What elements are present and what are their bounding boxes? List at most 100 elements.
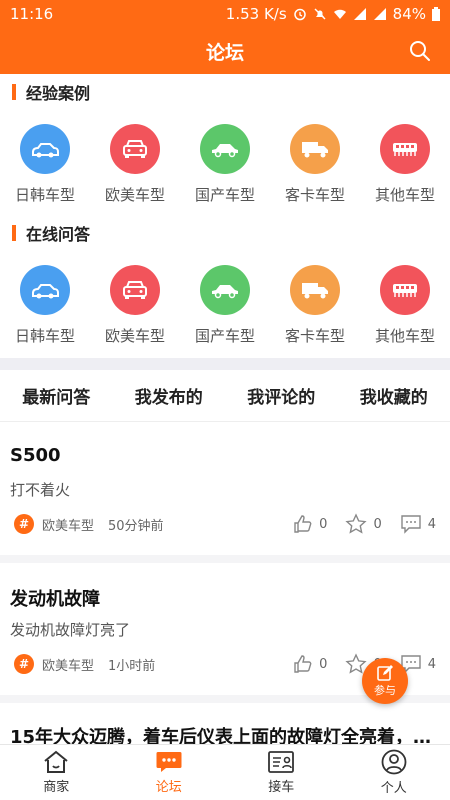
signal-icon-2 bbox=[373, 8, 386, 20]
participate-button[interactable]: 参与 bbox=[362, 658, 408, 704]
sedan-icon bbox=[32, 284, 59, 299]
category-label: 欧美车型 bbox=[104, 327, 165, 345]
bottom-nav: 商家 论坛 接车 个人 bbox=[0, 744, 450, 800]
category-label: 客卡车型 bbox=[284, 327, 345, 345]
person-icon bbox=[381, 749, 407, 775]
category-row-qa: 日韩车型 欧美车型 国产车型 客卡车型 其他车型 bbox=[0, 265, 450, 365]
document-person-icon bbox=[268, 751, 295, 773]
tab-my-favorites[interactable]: 我收藏的 bbox=[338, 370, 450, 421]
post-description: 发动机故障灯亮了 bbox=[10, 621, 131, 639]
category-other[interactable]: 其他车型 bbox=[360, 124, 450, 224]
section-title-text: 经验案例 bbox=[26, 84, 91, 103]
category-icon-circle bbox=[200, 124, 250, 174]
comment-count: 4 bbox=[427, 516, 436, 532]
category-truck-bus[interactable]: 客卡车型 bbox=[270, 265, 360, 365]
nav-label: 论坛 bbox=[155, 780, 182, 795]
post-time: 50分钟前 bbox=[108, 518, 164, 534]
section-accent-bar bbox=[12, 225, 16, 241]
category-europe-america[interactable]: 欧美车型 bbox=[90, 265, 180, 365]
post-meta: # 欧美车型 50分钟前 bbox=[14, 513, 164, 535]
post-title: S500 bbox=[10, 445, 61, 466]
alarm-icon bbox=[293, 8, 306, 21]
battery-icon bbox=[432, 7, 440, 21]
network-speed: 1.53 K/s bbox=[225, 5, 287, 23]
post-category[interactable]: 欧美车型 bbox=[42, 515, 94, 534]
favorite-count: 0 bbox=[373, 516, 382, 532]
suv-icon bbox=[123, 281, 147, 299]
nav-label: 商家 bbox=[43, 780, 70, 795]
category-japan-korea[interactable]: 日韩车型 bbox=[0, 124, 90, 224]
car-side-icon bbox=[212, 144, 238, 158]
category-label: 日韩车型 bbox=[14, 327, 75, 345]
category-icon-circle bbox=[380, 265, 430, 315]
section-title-qa: 在线问答 bbox=[0, 217, 450, 249]
suv-icon bbox=[123, 140, 147, 158]
nav-pickup[interactable]: 接车 bbox=[225, 745, 338, 800]
favorite-button[interactable]: 0 bbox=[345, 513, 382, 535]
category-icon-circle bbox=[20, 265, 70, 315]
category-label: 其他车型 bbox=[374, 327, 435, 345]
app-header: 论坛 bbox=[0, 28, 450, 74]
train-icon bbox=[393, 284, 417, 297]
like-button[interactable]: 0 bbox=[293, 514, 327, 534]
mute-icon bbox=[314, 8, 326, 20]
category-row-cases: 日韩车型 欧美车型 国产车型 客卡车型 其他车型 bbox=[0, 124, 450, 224]
category-label: 客卡车型 bbox=[284, 186, 345, 204]
category-japan-korea[interactable]: 日韩车型 bbox=[0, 265, 90, 365]
sedan-icon bbox=[32, 143, 59, 158]
category-label: 国产车型 bbox=[194, 327, 255, 345]
comment-count: 4 bbox=[427, 656, 436, 672]
category-other[interactable]: 其他车型 bbox=[360, 265, 450, 365]
post-category[interactable]: 欧美车型 bbox=[42, 655, 94, 674]
post-time: 1小时前 bbox=[108, 658, 156, 674]
section-title-cases: 经验案例 bbox=[0, 76, 450, 108]
category-icon-circle bbox=[110, 265, 160, 315]
battery-level: 84% bbox=[392, 5, 426, 23]
category-domestic[interactable]: 国产车型 bbox=[180, 124, 270, 224]
car-side-icon bbox=[212, 285, 238, 299]
post-stats: 0 0 4 bbox=[275, 653, 436, 675]
post-card[interactable]: 15年大众迈腾，着车后仪表上面的故障灯全亮着，… bbox=[0, 703, 450, 748]
nav-forum[interactable]: 论坛 bbox=[113, 745, 226, 800]
category-truck-bus[interactable]: 客卡车型 bbox=[270, 124, 360, 224]
post-meta: # 欧美车型 1小时前 bbox=[14, 653, 155, 675]
like-button[interactable]: 0 bbox=[293, 654, 327, 674]
hashtag-icon: # bbox=[14, 654, 34, 674]
nav-profile[interactable]: 个人 bbox=[338, 745, 450, 800]
category-domestic[interactable]: 国产车型 bbox=[180, 265, 270, 365]
category-icon-circle bbox=[200, 265, 250, 315]
nav-merchants[interactable]: 商家 bbox=[0, 745, 113, 800]
status-time: 11:16 bbox=[10, 5, 54, 23]
star-icon bbox=[345, 513, 368, 534]
category-label: 日韩车型 bbox=[14, 186, 75, 204]
section-title-text: 在线问答 bbox=[26, 225, 91, 244]
post-card[interactable]: S500 打不着火 # 欧美车型 50分钟前 0 0 4 bbox=[0, 423, 450, 563]
train-icon bbox=[393, 143, 417, 156]
thumbs-up-icon bbox=[294, 515, 312, 533]
section-accent-bar bbox=[12, 84, 16, 100]
category-icon-circle bbox=[20, 124, 70, 174]
nav-label: 接车 bbox=[268, 780, 295, 795]
tab-my-posts[interactable]: 我发布的 bbox=[113, 370, 226, 421]
tab-my-comments[interactable]: 我评论的 bbox=[225, 370, 338, 421]
like-count: 0 bbox=[319, 656, 328, 672]
page-title: 论坛 bbox=[205, 41, 244, 64]
post-stats: 0 0 4 bbox=[275, 513, 436, 535]
category-icon-circle bbox=[110, 124, 160, 174]
thumbs-up-icon bbox=[294, 655, 312, 673]
house-icon bbox=[44, 750, 68, 773]
hashtag-icon: # bbox=[14, 514, 34, 534]
truck-icon bbox=[302, 283, 328, 299]
category-label: 欧美车型 bbox=[104, 186, 165, 204]
edit-icon bbox=[377, 665, 393, 681]
status-bar: 11:16 1.53 K/s 84% bbox=[0, 0, 450, 28]
category-europe-america[interactable]: 欧美车型 bbox=[90, 124, 180, 224]
category-icon-circle bbox=[290, 265, 340, 315]
search-icon[interactable] bbox=[408, 39, 432, 63]
participate-label: 参与 bbox=[374, 684, 396, 697]
category-label: 其他车型 bbox=[374, 186, 435, 204]
post-tabs: 最新问答 我发布的 我评论的 我收藏的 bbox=[0, 370, 450, 422]
wifi-icon bbox=[333, 9, 346, 19]
tab-latest[interactable]: 最新问答 bbox=[0, 370, 113, 421]
comment-button[interactable]: 4 bbox=[400, 514, 436, 534]
